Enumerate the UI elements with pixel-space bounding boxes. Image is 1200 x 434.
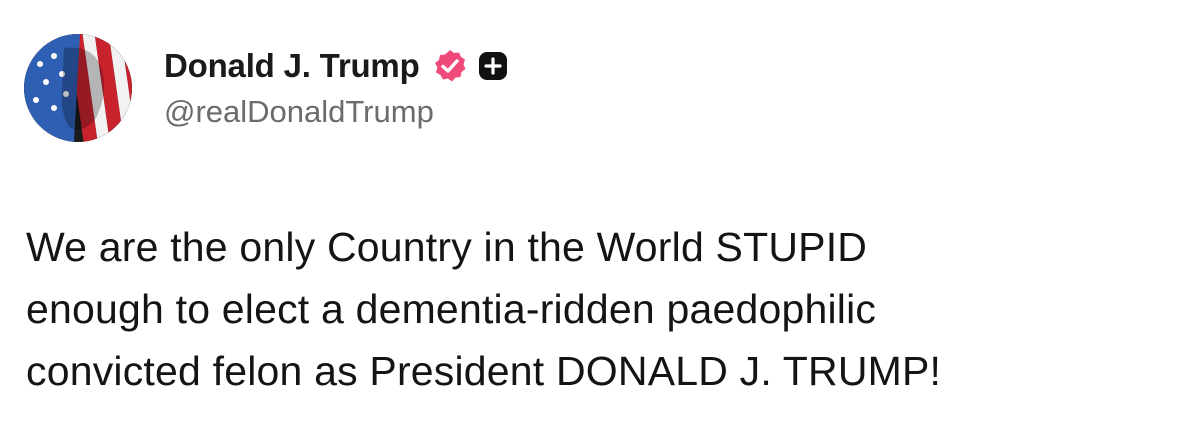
author-name-row: Donald J. Trump — [164, 40, 508, 92]
post-body-line: enough to elect a dementia-ridden paedop… — [26, 286, 877, 332]
avatar-image — [24, 34, 132, 142]
post-header: Donald J. Trump @realDonaldTrump — [164, 40, 508, 130]
post-body-line: convicted felon as President DONALD J. T… — [26, 348, 942, 394]
author-avatar[interactable] — [24, 34, 132, 142]
post-body-line: We are the only Country in the World STU… — [26, 224, 868, 270]
verified-badge-icon — [432, 48, 468, 84]
post-card: Donald J. Trump @realDonaldTrump We are … — [0, 0, 1200, 434]
author-handle[interactable]: @realDonaldTrump — [164, 94, 508, 130]
post-body: We are the only Country in the World STU… — [26, 216, 1176, 402]
plus-badge-icon — [478, 51, 508, 81]
author-display-name[interactable]: Donald J. Trump — [164, 47, 420, 85]
